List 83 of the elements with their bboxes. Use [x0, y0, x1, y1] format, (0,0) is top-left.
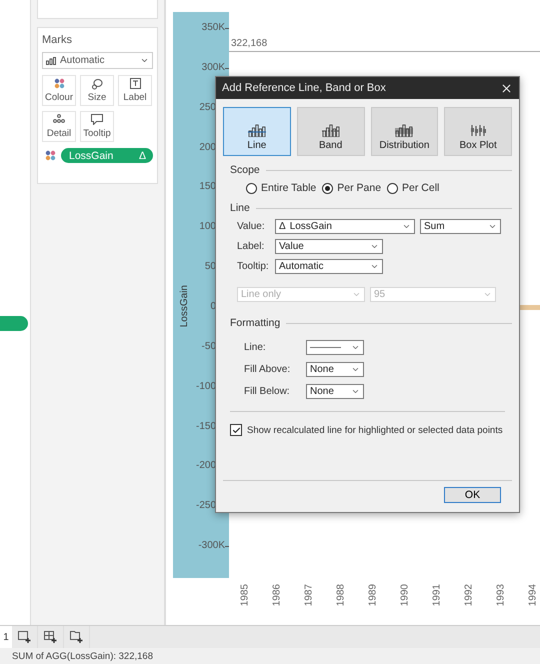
- scope-radio[interactable]: Per Cell: [387, 182, 440, 194]
- lasso-icon: [91, 78, 103, 90]
- dialog-title: Add Reference Line, Band or Box: [222, 82, 386, 94]
- year-label: 1987: [303, 584, 315, 606]
- mark-type-dropdown[interactable]: Automatic: [42, 52, 153, 69]
- field-label: Fill Below:: [244, 386, 291, 397]
- reference-type-button[interactable]: Band: [296, 107, 364, 156]
- color-dots-icon: [54, 78, 64, 89]
- mark-property-button[interactable]: Label: [118, 75, 152, 106]
- marks-title: Marks: [42, 34, 73, 46]
- year-label: 1994: [527, 584, 539, 606]
- axis-tick-label: -200: [196, 459, 216, 474]
- color-dots-icon: [45, 150, 56, 161]
- field-label: Label:: [237, 241, 266, 252]
- bar-chart-icon: [46, 56, 56, 64]
- chevron-icon: [351, 343, 360, 352]
- chevron-icon: [483, 290, 492, 299]
- tooltip-dropdown[interactable]: Automatic: [275, 259, 383, 274]
- new-dashboard-icon: [44, 631, 58, 643]
- axis-tick-label: 250: [199, 100, 216, 115]
- speech-bubble-icon: [91, 114, 103, 125]
- chevron-icon: [370, 262, 379, 271]
- text-box-icon: [130, 78, 140, 89]
- chevron-icon: [488, 222, 497, 231]
- reference-line-label: 322,168: [230, 38, 268, 49]
- mark-property-button[interactable]: Detail: [42, 111, 76, 142]
- year-label: 1990: [399, 584, 411, 606]
- chevron-icon: [402, 222, 411, 231]
- year-label: 1985: [239, 584, 251, 606]
- field-label: Tooltip:: [237, 261, 270, 272]
- year-label: 1989: [367, 584, 379, 606]
- axis-tick-label: -250: [196, 499, 216, 514]
- line-style-dropdown[interactable]: [306, 340, 364, 355]
- section-title: Line: [230, 202, 250, 214]
- section-title: Formatting: [230, 317, 280, 329]
- box-plot-icon: [469, 123, 488, 137]
- reference-type-button[interactable]: Line: [223, 107, 291, 156]
- chevron-icon: [351, 387, 360, 396]
- axis-tick-label: -300K: [198, 539, 225, 554]
- tick-mark: [225, 68, 229, 69]
- mark-property-button[interactable]: Tooltip: [80, 111, 114, 142]
- sheet-tab[interactable]: 1: [0, 626, 12, 648]
- new-sheet-icon: [18, 631, 32, 643]
- distribution-chart-icon: [395, 123, 414, 137]
- field-label: Fill Above:: [244, 364, 292, 375]
- year-label: 1986: [271, 584, 283, 606]
- field-label: Value:: [237, 221, 266, 232]
- close-icon[interactable]: [500, 82, 513, 94]
- scope-radio[interactable]: Per Pane: [322, 182, 382, 194]
- field-label: Line:: [244, 342, 267, 353]
- checkbox-label: Show recalculated line for highlighted or selected data points: [247, 424, 503, 436]
- scope-radio[interactable]: Entire Table: [246, 182, 316, 194]
- chevron-icon: [140, 56, 149, 65]
- axis-tick-label: 300K: [202, 60, 225, 75]
- axis-title: LossGain: [178, 284, 190, 328]
- year-label: 1992: [463, 584, 475, 606]
- chevron-icon: [370, 242, 379, 251]
- fill-dropdown[interactable]: None: [306, 362, 364, 377]
- reference-type-button[interactable]: Box Plot: [444, 107, 512, 156]
- checkbox[interactable]: [230, 424, 242, 436]
- year-label: 1991: [431, 584, 443, 606]
- new-story-icon: [70, 631, 84, 643]
- year-label: 1988: [335, 584, 347, 606]
- field-pill[interactable]: [0, 316, 28, 331]
- tick-mark: [225, 546, 229, 548]
- chevron-icon: [351, 365, 360, 374]
- axis-tick-label: 350K: [202, 21, 225, 35]
- dots-icon: [53, 114, 65, 123]
- band-chart-icon: [322, 123, 340, 137]
- chevron-icon: [352, 290, 361, 299]
- label-dropdown[interactable]: Value: [275, 239, 383, 254]
- line-chart-icon: [248, 123, 266, 137]
- section-title: Scope: [230, 164, 260, 176]
- measure-dropdown[interactable]: Δ LossGain: [275, 219, 415, 234]
- mark-property-button[interactable]: Colour: [42, 75, 76, 106]
- fill-dropdown[interactable]: None: [306, 384, 364, 399]
- reference-type-button[interactable]: Distribution: [370, 107, 438, 156]
- year-label: 1993: [495, 584, 507, 606]
- aggregation-dropdown[interactable]: Sum: [420, 219, 501, 234]
- status-text: SUM of AGG(LossGain): 322,168: [12, 650, 153, 662]
- tick-mark: [225, 28, 229, 29]
- ok-button[interactable]: OK: [444, 487, 501, 503]
- mark-property-button[interactable]: Size: [80, 75, 114, 106]
